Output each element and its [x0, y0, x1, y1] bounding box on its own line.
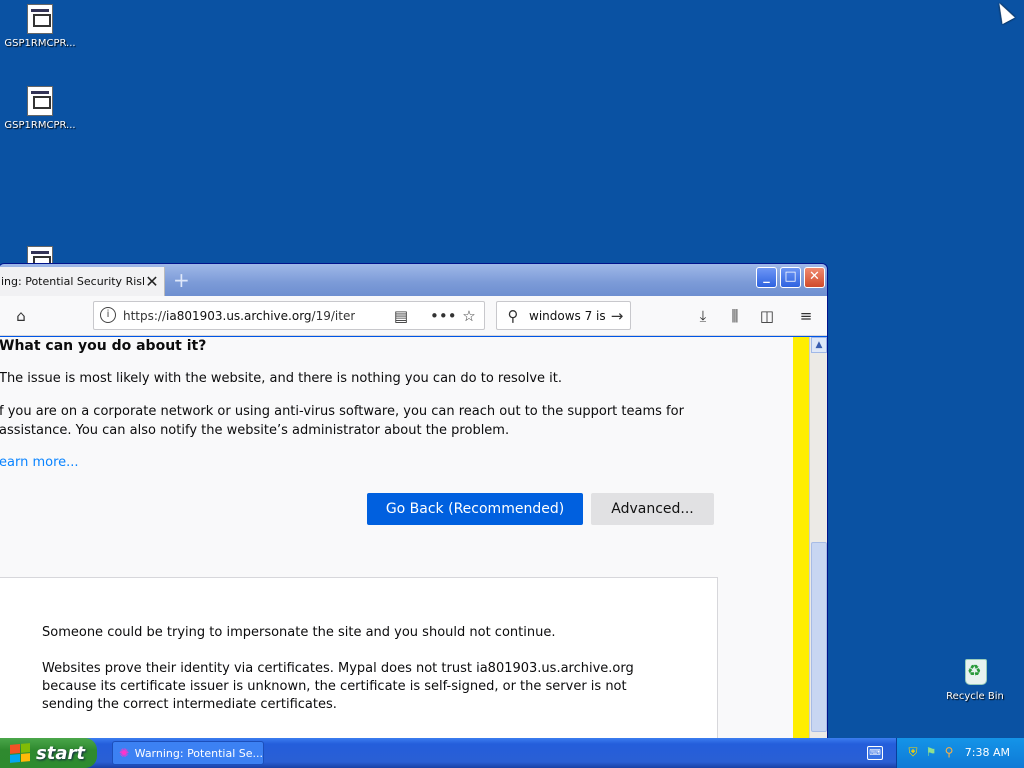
- mouse-cursor-icon: [993, 0, 1015, 25]
- highlight-bar: [793, 337, 809, 738]
- desktop-icon-2[interactable]: GSP1RMCPR...: [0, 86, 80, 131]
- program-file-icon: [27, 4, 53, 34]
- minimize-button[interactable]: _: [756, 267, 777, 288]
- search-go-arrow-icon[interactable]: →: [606, 305, 628, 327]
- bookmark-star-icon[interactable]: ☆: [458, 305, 480, 327]
- learn-more-link[interactable]: earn more...: [0, 453, 714, 472]
- url-path: /19/item: [311, 309, 355, 323]
- url-text[interactable]: https://ia801903.us.archive.org/19/item: [123, 309, 355, 323]
- close-window-button[interactable]: ✕: [804, 267, 825, 288]
- advanced-details-panel: Someone could be trying to impersonate t…: [0, 577, 718, 738]
- library-icon[interactable]: ⫼: [724, 305, 746, 327]
- menu-hamburger-icon[interactable]: ≡: [795, 305, 817, 327]
- url-prefix: https://: [123, 309, 167, 323]
- nav-toolbar: ⌂ i https://ia801903.us.archive.org/19/i…: [0, 296, 827, 336]
- close-tab-icon[interactable]: ✕: [144, 272, 160, 291]
- start-button[interactable]: start: [0, 738, 97, 768]
- scroll-up-arrow-icon[interactable]: ▲: [811, 337, 827, 353]
- paragraph-issue: The issue is most likely with the websit…: [0, 371, 562, 386]
- info-icon[interactable]: i: [100, 307, 116, 323]
- page-actions-icon[interactable]: •••: [430, 305, 457, 327]
- tab-title: ing: Potential Security Risk Ah: [1, 275, 144, 288]
- program-file-icon: [27, 86, 53, 116]
- recycle-bin[interactable]: Recycle Bin: [940, 655, 1010, 702]
- windows-flag-icon: [10, 743, 30, 763]
- search-bar[interactable]: ⚲ windows 7 is →: [496, 301, 631, 330]
- title-bar[interactable]: ing: Potential Security Risk Ah ✕ + _ □ …: [0, 264, 827, 296]
- home-icon[interactable]: ⌂: [10, 305, 32, 327]
- taskbar-window-button[interactable]: ✺ Warning: Potential Se...: [112, 741, 264, 765]
- details-warning-text: Someone could be trying to impersonate t…: [42, 625, 556, 640]
- section-heading: What can you do about it?: [0, 338, 207, 354]
- start-label: start: [36, 742, 85, 764]
- search-icon: ⚲: [507, 307, 519, 325]
- go-back-button[interactable]: Go Back (Recommended): [367, 493, 583, 525]
- taskbar: start ✺ Warning: Potential Se... ⌨ ⛨ ⚑ ⚲…: [0, 738, 1024, 768]
- recycle-bin-icon: [962, 655, 988, 685]
- keyboard-icon[interactable]: ⌨: [867, 746, 883, 760]
- paragraph-corporate: f you are on a corporate network or usin…: [0, 404, 684, 438]
- browser-window: ing: Potential Security Risk Ah ✕ + _ □ …: [0, 263, 828, 739]
- desktop-icon-1[interactable]: GSP1RMCPR...: [0, 4, 80, 49]
- sidebar-icon[interactable]: ◫: [756, 305, 778, 327]
- downloads-icon[interactable]: ⤓: [692, 305, 714, 327]
- maximize-button[interactable]: □: [780, 267, 801, 288]
- vertical-scrollbar[interactable]: ▲: [809, 337, 827, 738]
- desktop-icon-label: GSP1RMCPR...: [4, 38, 76, 49]
- url-bar[interactable]: i https://ia801903.us.archive.org/19/ite…: [93, 301, 485, 330]
- taskbar-window-label: Warning: Potential Se...: [134, 746, 263, 760]
- reader-view-icon[interactable]: ▤: [390, 305, 412, 327]
- search-tray-icon[interactable]: ⚲: [942, 745, 956, 759]
- desktop-icon-label: GSP1RMCPR...: [4, 120, 76, 131]
- recycle-bin-label: Recycle Bin: [946, 691, 1004, 702]
- search-input[interactable]: windows 7 is: [529, 309, 605, 323]
- url-domain: ia801903.us.archive.org: [166, 309, 312, 323]
- clock: 7:38 AM: [964, 746, 1010, 759]
- scroll-thumb[interactable]: [811, 542, 827, 732]
- error-page-content: What can you do about it? The issue is m…: [0, 337, 793, 738]
- details-certificate-text: Websites prove their identity via certif…: [42, 661, 634, 712]
- network-icon[interactable]: ⚑: [924, 745, 938, 759]
- tab-security-warning[interactable]: ing: Potential Security Risk Ah ✕: [0, 267, 165, 296]
- advanced-button[interactable]: Advanced...: [591, 493, 714, 525]
- security-shield-icon[interactable]: ⛨: [906, 745, 920, 759]
- browser-app-icon: ✺: [119, 746, 130, 760]
- new-tab-button[interactable]: +: [173, 268, 190, 292]
- system-tray: ⛨ ⚑ ⚲ 7:38 AM: [896, 738, 1024, 768]
